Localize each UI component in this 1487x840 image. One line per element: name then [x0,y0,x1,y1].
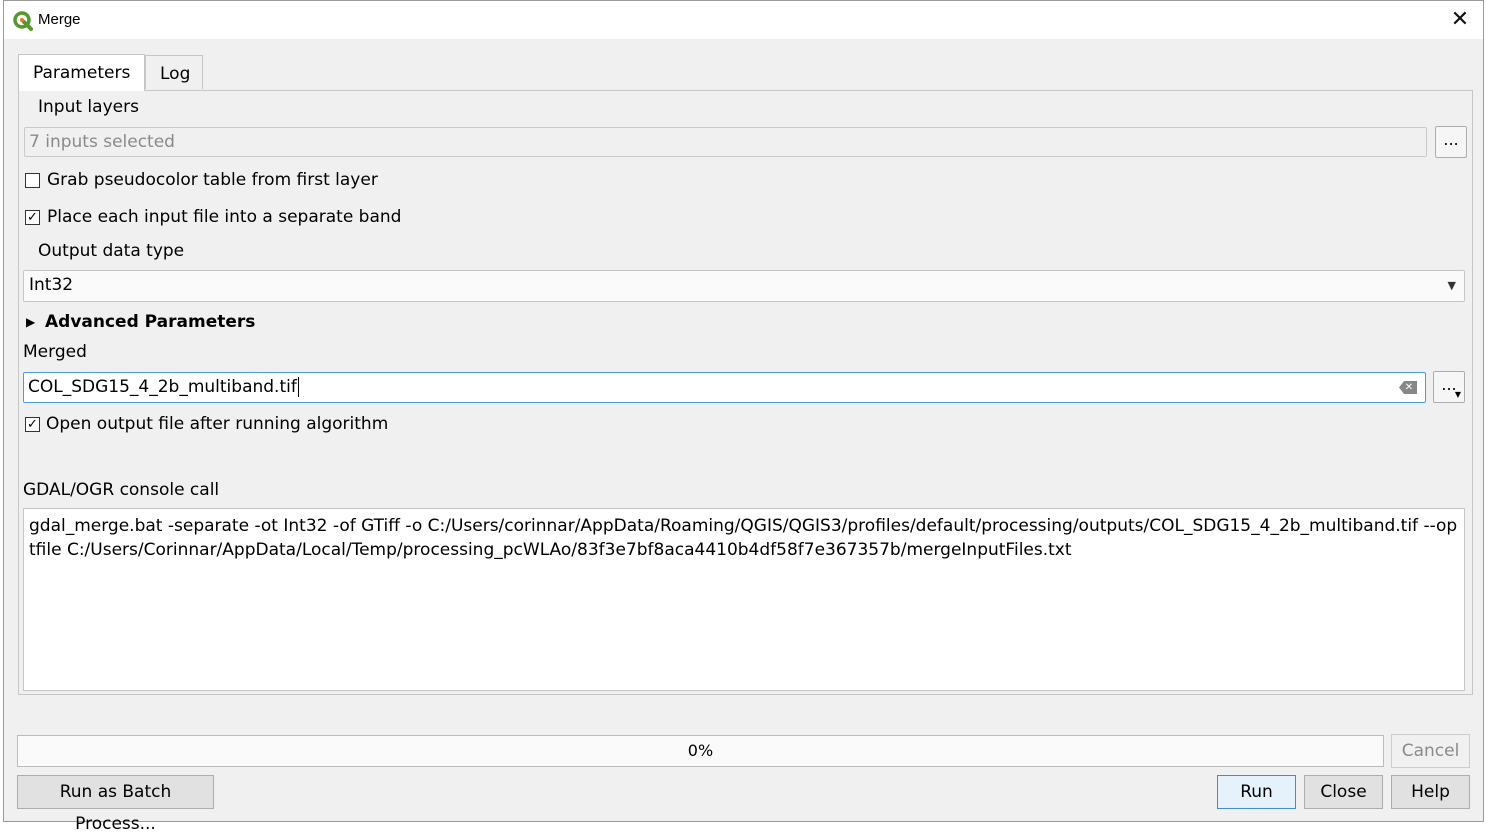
output-data-type-value: Int32 [29,275,74,295]
merged-browse-button[interactable]: ... ▼ [1433,371,1465,403]
merged-label: Merged [23,342,87,362]
grab-pseudocolor-label: Grab pseudocolor table from first layer [47,170,378,190]
output-data-type-label: Output data type [38,241,185,261]
dropdown-arrow-icon: ▼ [1454,390,1461,399]
open-output-checkbox[interactable]: ✓ [25,417,40,432]
help-button[interactable]: Help [1391,775,1470,809]
output-data-type-select[interactable]: Int32 ▼ [23,270,1465,302]
input-layers-browse-button[interactable]: ... [1435,126,1467,158]
run-button[interactable]: Run [1217,775,1296,809]
progress-bar: 0% [17,735,1384,767]
advanced-parameters-toggle[interactable]: Advanced Parameters [45,312,255,332]
console-call-label: GDAL/OGR console call [23,480,220,500]
run-as-batch-button[interactable]: Run as Batch Process... [17,775,214,834]
separate-band-label: Place each input file into a separate ba… [47,207,402,227]
close-window-icon[interactable]: ✕ [1447,7,1473,33]
cancel-button[interactable]: Cancel [1391,734,1470,768]
tab-log[interactable]: Log [145,55,203,89]
qgis-logo-icon [13,11,33,31]
merge-dialog: Merge ✕ Parameters Log Input layers 7 in… [3,0,1484,834]
expand-arrow-icon[interactable]: ▶ [26,315,35,329]
clear-icon[interactable]: ✕ [1399,381,1417,394]
console-call-textarea[interactable]: gdal_merge.bat -separate -ot Int32 -of G… [23,508,1465,691]
close-button[interactable]: Close [1304,775,1383,809]
chevron-down-icon: ▼ [1447,279,1456,292]
open-output-label: Open output file after running algorithm [46,414,389,434]
title-bar: Merge ✕ [4,1,1483,39]
separate-band-checkbox[interactable]: ✓ [25,210,40,225]
input-layers-label: Input layers [38,97,139,117]
merged-output-value: COL_SDG15_4_2b_multiband.tif [28,377,297,397]
grab-pseudocolor-checkbox[interactable] [25,173,40,188]
tab-parameters[interactable]: Parameters [18,54,145,91]
window-title: Merge [38,11,81,28]
input-layers-field[interactable]: 7 inputs selected [24,127,1427,157]
merged-output-field[interactable]: COL_SDG15_4_2b_multiband.tif ✕ [23,372,1426,403]
